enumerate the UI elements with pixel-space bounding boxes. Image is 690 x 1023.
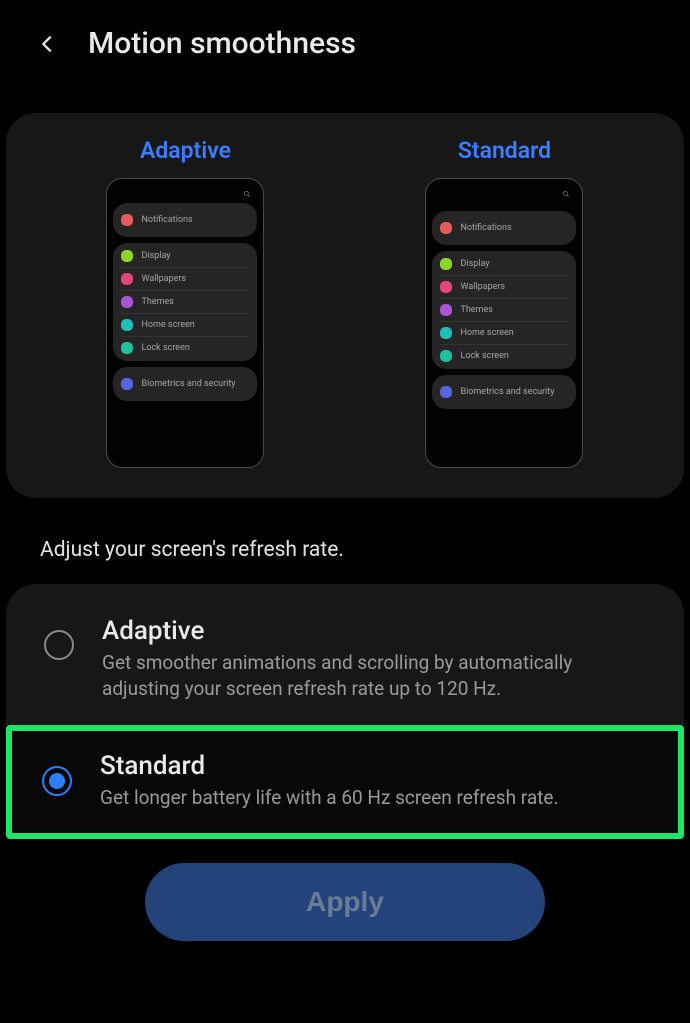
display-icon	[121, 250, 133, 262]
preview-card: Adaptive Notifications Display Wallpaper…	[6, 113, 684, 498]
lock-icon	[440, 350, 452, 362]
preview-item-group: Display Wallpapers Themes Home screen Lo…	[113, 243, 257, 361]
wallpapers-icon	[440, 281, 452, 293]
preview-standard-label: Standard	[458, 137, 551, 164]
biometrics-icon	[121, 378, 133, 390]
radio-standard[interactable]	[42, 766, 72, 796]
themes-icon	[440, 304, 452, 316]
display-icon	[440, 258, 452, 270]
home-icon	[440, 327, 452, 339]
preview-search-icon-wrap	[113, 185, 257, 203]
apply-wrap: Apply	[0, 863, 690, 941]
preview-item: Biometrics and security	[113, 367, 257, 401]
preview-item-group: Display Wallpapers Themes Home screen Lo…	[432, 251, 576, 369]
radio-adaptive[interactable]	[44, 630, 74, 660]
option-standard-desc: Get longer battery life with a 60 Hz scr…	[100, 785, 558, 811]
search-icon	[562, 190, 570, 198]
lock-icon	[121, 342, 133, 354]
preview-item: Notifications	[432, 211, 576, 245]
notifications-icon	[121, 214, 133, 226]
notifications-icon	[440, 222, 452, 234]
options-card: Adaptive Get smoother animations and scr…	[6, 584, 684, 725]
preview-adaptive-label: Adaptive	[140, 137, 231, 164]
back-button[interactable]	[36, 33, 58, 55]
themes-icon	[121, 296, 133, 308]
chevron-left-icon	[36, 33, 58, 55]
wallpapers-icon	[121, 273, 133, 285]
option-standard-title: Standard	[100, 751, 558, 781]
home-icon	[121, 319, 133, 331]
option-adaptive[interactable]: Adaptive Get smoother animations and scr…	[6, 592, 684, 725]
preview-item: Notifications	[113, 203, 257, 237]
page-title: Motion smoothness	[88, 26, 356, 61]
radio-dot-icon	[49, 773, 65, 789]
preview-item: Biometrics and security	[432, 375, 576, 409]
header: Motion smoothness	[0, 0, 690, 85]
preview-search-icon-wrap	[432, 185, 576, 203]
option-adaptive-desc: Get smoother animations and scrolling by…	[102, 650, 654, 701]
preview-phone-adaptive: Notifications Display Wallpapers Themes …	[106, 178, 264, 468]
biometrics-icon	[440, 386, 452, 398]
preview-standard: Standard Notifications Display Wallpaper…	[351, 137, 657, 468]
option-adaptive-title: Adaptive	[102, 616, 654, 646]
option-content: Standard Get longer battery life with a …	[100, 751, 558, 811]
section-label: Adjust your screen's refresh rate.	[0, 498, 690, 584]
option-standard[interactable]: Standard Get longer battery life with a …	[12, 731, 678, 833]
apply-button[interactable]: Apply	[145, 863, 545, 941]
preview-adaptive: Adaptive Notifications Display Wallpaper…	[32, 137, 338, 468]
preview-phone-standard: Notifications Display Wallpapers Themes …	[425, 178, 583, 468]
option-content: Adaptive Get smoother animations and scr…	[102, 616, 654, 701]
search-icon	[243, 190, 251, 198]
highlight-box: Standard Get longer battery life with a …	[6, 725, 684, 839]
